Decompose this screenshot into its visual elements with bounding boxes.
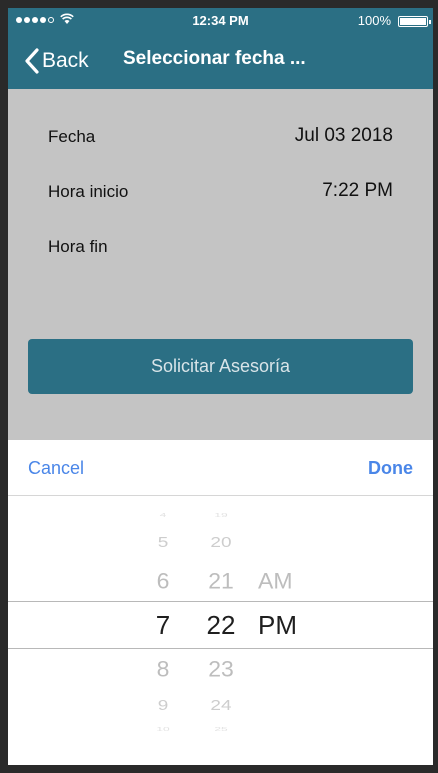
hour-option[interactable]: 5 [133, 534, 193, 552]
phone-screen: 12:34 PM 100% Back Seleccionar fecha ...… [8, 8, 433, 765]
back-label: Back [42, 49, 89, 72]
page-title: Seleccionar fecha ... [123, 48, 306, 69]
hora-fin-row[interactable]: Hora fin [48, 237, 393, 261]
time-picker-sheet: Cancel Done 4 5 6 7 8 9 10 19 20 21 22 23 24 25 AM PM [8, 440, 433, 765]
minute-option[interactable]: 19 [191, 512, 251, 518]
hora-inicio-label: Hora inicio [48, 182, 129, 201]
hour-option[interactable]: 7 [133, 610, 193, 641]
ampm-option[interactable]: PM [258, 610, 318, 641]
minute-option[interactable]: 23 [191, 657, 251, 683]
minute-option[interactable]: 21 [191, 569, 251, 595]
hora-inicio-value[interactable]: 7:22 PM [322, 180, 393, 202]
battery-icon [398, 16, 431, 27]
back-button[interactable]: Back [24, 46, 89, 76]
minute-option[interactable]: 25 [191, 726, 251, 732]
cancel-button[interactable]: Cancel [28, 458, 84, 479]
picker-toolbar: Cancel Done [8, 440, 433, 496]
ampm-option[interactable]: AM [258, 569, 318, 595]
fecha-value[interactable]: Jul 03 2018 [295, 125, 393, 147]
minute-option[interactable]: 20 [191, 534, 251, 552]
navigation-bar: 12:34 PM 100% Back Seleccionar fecha ... [8, 8, 433, 89]
hora-inicio-row[interactable]: Hora inicio 7:22 PM [48, 180, 393, 206]
hour-option[interactable]: 9 [133, 697, 193, 715]
done-button[interactable]: Done [368, 458, 413, 479]
minute-wheel[interactable]: 19 20 21 22 23 24 25 [191, 496, 251, 736]
ampm-wheel[interactable]: AM PM [258, 496, 318, 736]
solicitar-asesoria-button[interactable]: Solicitar Asesoría [28, 339, 413, 394]
status-bar: 12:34 PM 100% [8, 8, 433, 34]
hour-option[interactable]: 10 [133, 726, 193, 732]
minute-option[interactable]: 22 [191, 610, 251, 641]
minute-option[interactable]: 24 [191, 697, 251, 715]
hora-fin-label: Hora fin [48, 237, 108, 256]
hour-wheel[interactable]: 4 5 6 7 8 9 10 [133, 496, 193, 736]
chevron-left-icon [25, 48, 39, 74]
hour-option[interactable]: 6 [133, 569, 193, 595]
hour-option[interactable]: 8 [133, 657, 193, 683]
hour-option[interactable]: 4 [133, 512, 193, 518]
fecha-row[interactable]: Fecha Jul 03 2018 [48, 125, 393, 151]
battery-percentage: 100% [357, 13, 391, 28]
fecha-label: Fecha [48, 127, 96, 146]
